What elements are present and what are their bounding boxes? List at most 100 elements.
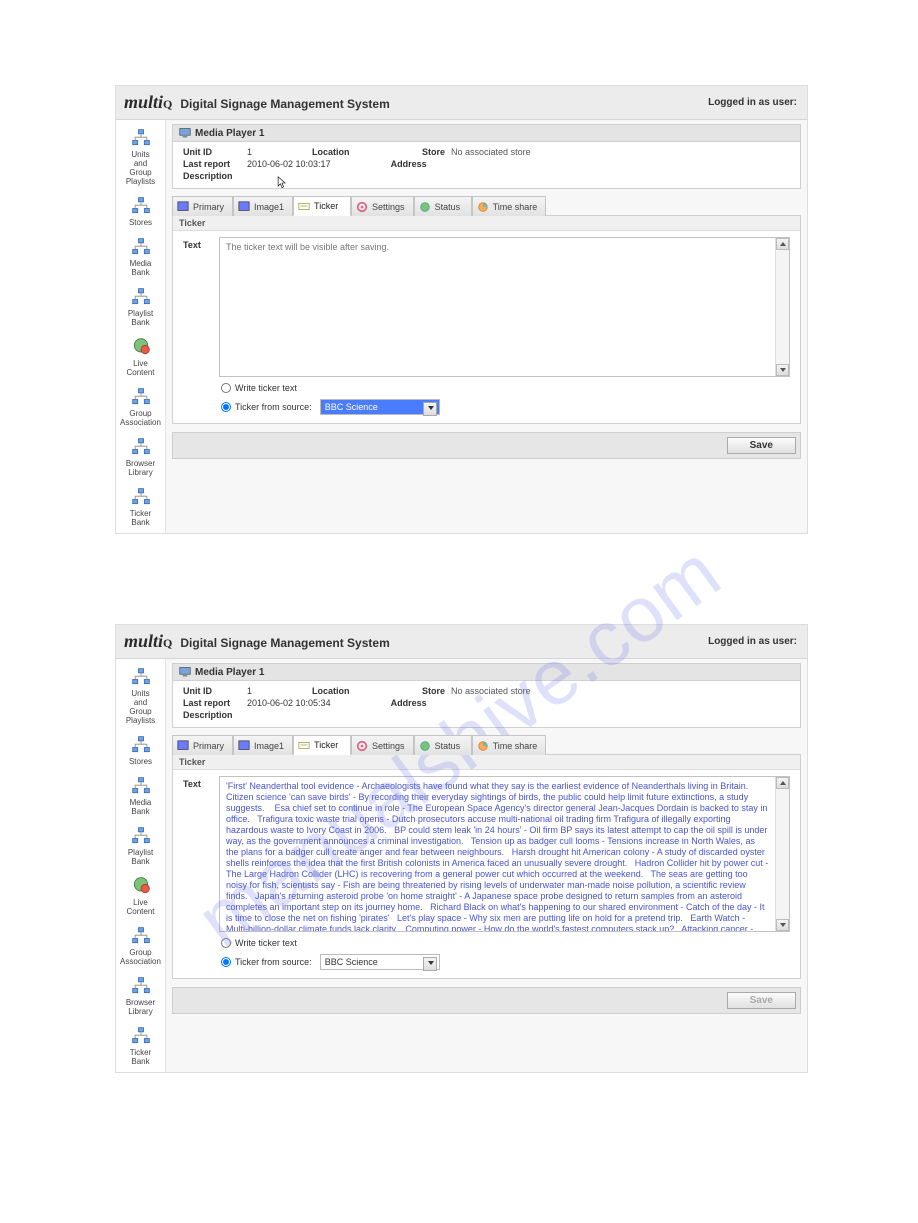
sidebar-item-playlist-bank[interactable]: Playlist Bank bbox=[116, 283, 165, 333]
tab-ticker[interactable]: Ticker bbox=[293, 196, 351, 216]
login-status: Logged in as user: bbox=[708, 97, 797, 108]
sidebar-item-units[interactable]: Units and Group Playlists bbox=[116, 124, 165, 192]
pie-icon bbox=[477, 740, 489, 752]
scrollbar[interactable] bbox=[775, 777, 789, 931]
store-label: Store bbox=[422, 686, 445, 696]
tab-settings[interactable]: Settings bbox=[351, 735, 414, 755]
sidebar-item-live-content[interactable]: Live Content bbox=[116, 872, 165, 922]
ticker-text-input[interactable] bbox=[220, 238, 775, 376]
sidebar-item-units[interactable]: Units and Group Playlists bbox=[116, 663, 165, 731]
tab-settings[interactable]: Settings bbox=[351, 196, 414, 216]
chevron-down-icon bbox=[428, 961, 434, 965]
tab-primary[interactable]: Primary bbox=[172, 196, 233, 216]
sidebar-item-media-bank[interactable]: Media Bank bbox=[116, 772, 165, 822]
network-icon bbox=[130, 437, 152, 457]
radio-source[interactable]: Ticker from source: BBC Science bbox=[183, 399, 790, 415]
sidebar-item-label: Browser Library bbox=[126, 459, 155, 477]
network-icon bbox=[130, 128, 152, 148]
sidebar-item-stores[interactable]: Stores bbox=[116, 731, 165, 772]
system-title: Digital Signage Management System bbox=[180, 636, 389, 650]
source-select[interactable]: BBC Science bbox=[320, 399, 440, 415]
scroll-down-button[interactable] bbox=[776, 364, 789, 376]
tabs: Primary Image1 Ticker Settings bbox=[172, 734, 801, 755]
unit-id-label: Unit ID bbox=[183, 147, 247, 157]
sidebar-item-browser-library[interactable]: Browser Library bbox=[116, 433, 165, 483]
ticker-panel: Ticker Text bbox=[172, 755, 801, 979]
radio-write[interactable]: Write ticker text bbox=[183, 383, 790, 393]
description-label: Description bbox=[183, 171, 247, 181]
radio-source-input[interactable] bbox=[221, 957, 231, 967]
sidebar-item-label: Playlist Bank bbox=[128, 848, 153, 866]
tab-label: Status bbox=[435, 202, 461, 212]
globe-icon bbox=[130, 337, 152, 357]
tab-primary[interactable]: Primary bbox=[172, 735, 233, 755]
location-label: Location bbox=[312, 147, 362, 157]
sidebar-item-playlist-bank[interactable]: Playlist Bank bbox=[116, 822, 165, 872]
tab-label: Status bbox=[435, 741, 461, 751]
ticker-text-input[interactable] bbox=[220, 777, 775, 931]
sidebar-item-stores[interactable]: Stores bbox=[116, 192, 165, 233]
panel-title: Media Player 1 bbox=[195, 128, 264, 139]
location-label: Location bbox=[312, 686, 362, 696]
network-icon bbox=[130, 237, 152, 257]
scroll-up-button[interactable] bbox=[776, 777, 789, 789]
tab-timeshare[interactable]: Time share bbox=[472, 196, 547, 216]
network-icon bbox=[130, 976, 152, 996]
scrollbar[interactable] bbox=[775, 238, 789, 376]
unit-id-value: 1 bbox=[247, 686, 252, 696]
sidebar: Units and Group Playlists Stores Media B… bbox=[116, 120, 166, 533]
store-label: Store bbox=[422, 147, 445, 157]
gear-icon bbox=[356, 740, 368, 752]
radio-source[interactable]: Ticker from source: BBC Science bbox=[183, 954, 790, 970]
tab-image1[interactable]: Image1 bbox=[233, 196, 293, 216]
network-icon bbox=[130, 387, 152, 407]
tab-status[interactable]: Status bbox=[414, 735, 472, 755]
radio-write-input[interactable] bbox=[221, 938, 231, 948]
ticker-section-title: Ticker bbox=[173, 755, 800, 770]
network-icon bbox=[130, 667, 152, 687]
tab-label: Ticker bbox=[314, 201, 338, 211]
sidebar-item-live-content[interactable]: Live Content bbox=[116, 333, 165, 383]
globe-icon bbox=[130, 876, 152, 896]
sidebar-item-media-bank[interactable]: Media Bank bbox=[116, 233, 165, 283]
tab-label: Time share bbox=[493, 741, 538, 751]
app-window-2: multiQ Digital Signage Management System… bbox=[115, 624, 808, 1073]
sidebar-item-browser-library[interactable]: Browser Library bbox=[116, 972, 165, 1022]
screen-icon bbox=[177, 740, 189, 752]
text-field-label: Text bbox=[183, 776, 213, 789]
store-value: No associated store bbox=[451, 686, 531, 696]
gear-icon bbox=[356, 201, 368, 213]
system-title: Digital Signage Management System bbox=[180, 97, 389, 111]
sidebar-item-label: Group Association bbox=[120, 948, 161, 966]
sidebar-item-ticker-bank[interactable]: Ticker Bank bbox=[116, 483, 165, 533]
unit-id-label: Unit ID bbox=[183, 686, 247, 696]
address-label: Address bbox=[391, 159, 441, 169]
tab-label: Ticker bbox=[314, 740, 338, 750]
scroll-up-button[interactable] bbox=[776, 238, 789, 250]
network-icon bbox=[130, 1026, 152, 1046]
tabs: Primary Image1 Ticker Settings bbox=[172, 195, 801, 216]
scroll-down-button[interactable] bbox=[776, 919, 789, 931]
text-field-label: Text bbox=[183, 237, 213, 250]
save-button[interactable]: Save bbox=[727, 437, 796, 454]
tab-ticker[interactable]: Ticker bbox=[293, 735, 351, 755]
save-button[interactable]: Save bbox=[727, 992, 796, 1009]
radio-write[interactable]: Write ticker text bbox=[183, 938, 790, 948]
unit-id-value: 1 bbox=[247, 147, 252, 157]
sidebar-item-group-association[interactable]: Group Association bbox=[116, 383, 165, 433]
screen-icon bbox=[238, 740, 250, 752]
sidebar-item-label: Live Content bbox=[126, 898, 154, 916]
description-label: Description bbox=[183, 710, 247, 720]
sidebar-item-label: Browser Library bbox=[126, 998, 155, 1016]
tab-status[interactable]: Status bbox=[414, 196, 472, 216]
tab-timeshare[interactable]: Time share bbox=[472, 735, 547, 755]
screen-icon bbox=[238, 201, 250, 213]
sidebar-item-ticker-bank[interactable]: Ticker Bank bbox=[116, 1022, 165, 1072]
radio-write-input[interactable] bbox=[221, 383, 231, 393]
tab-image1[interactable]: Image1 bbox=[233, 735, 293, 755]
sidebar-item-group-association[interactable]: Group Association bbox=[116, 922, 165, 972]
ticker-panel: Ticker Text bbox=[172, 216, 801, 424]
source-select[interactable]: BBC Science bbox=[320, 954, 440, 970]
radio-source-input[interactable] bbox=[221, 402, 231, 412]
chevron-down-icon bbox=[428, 406, 434, 410]
